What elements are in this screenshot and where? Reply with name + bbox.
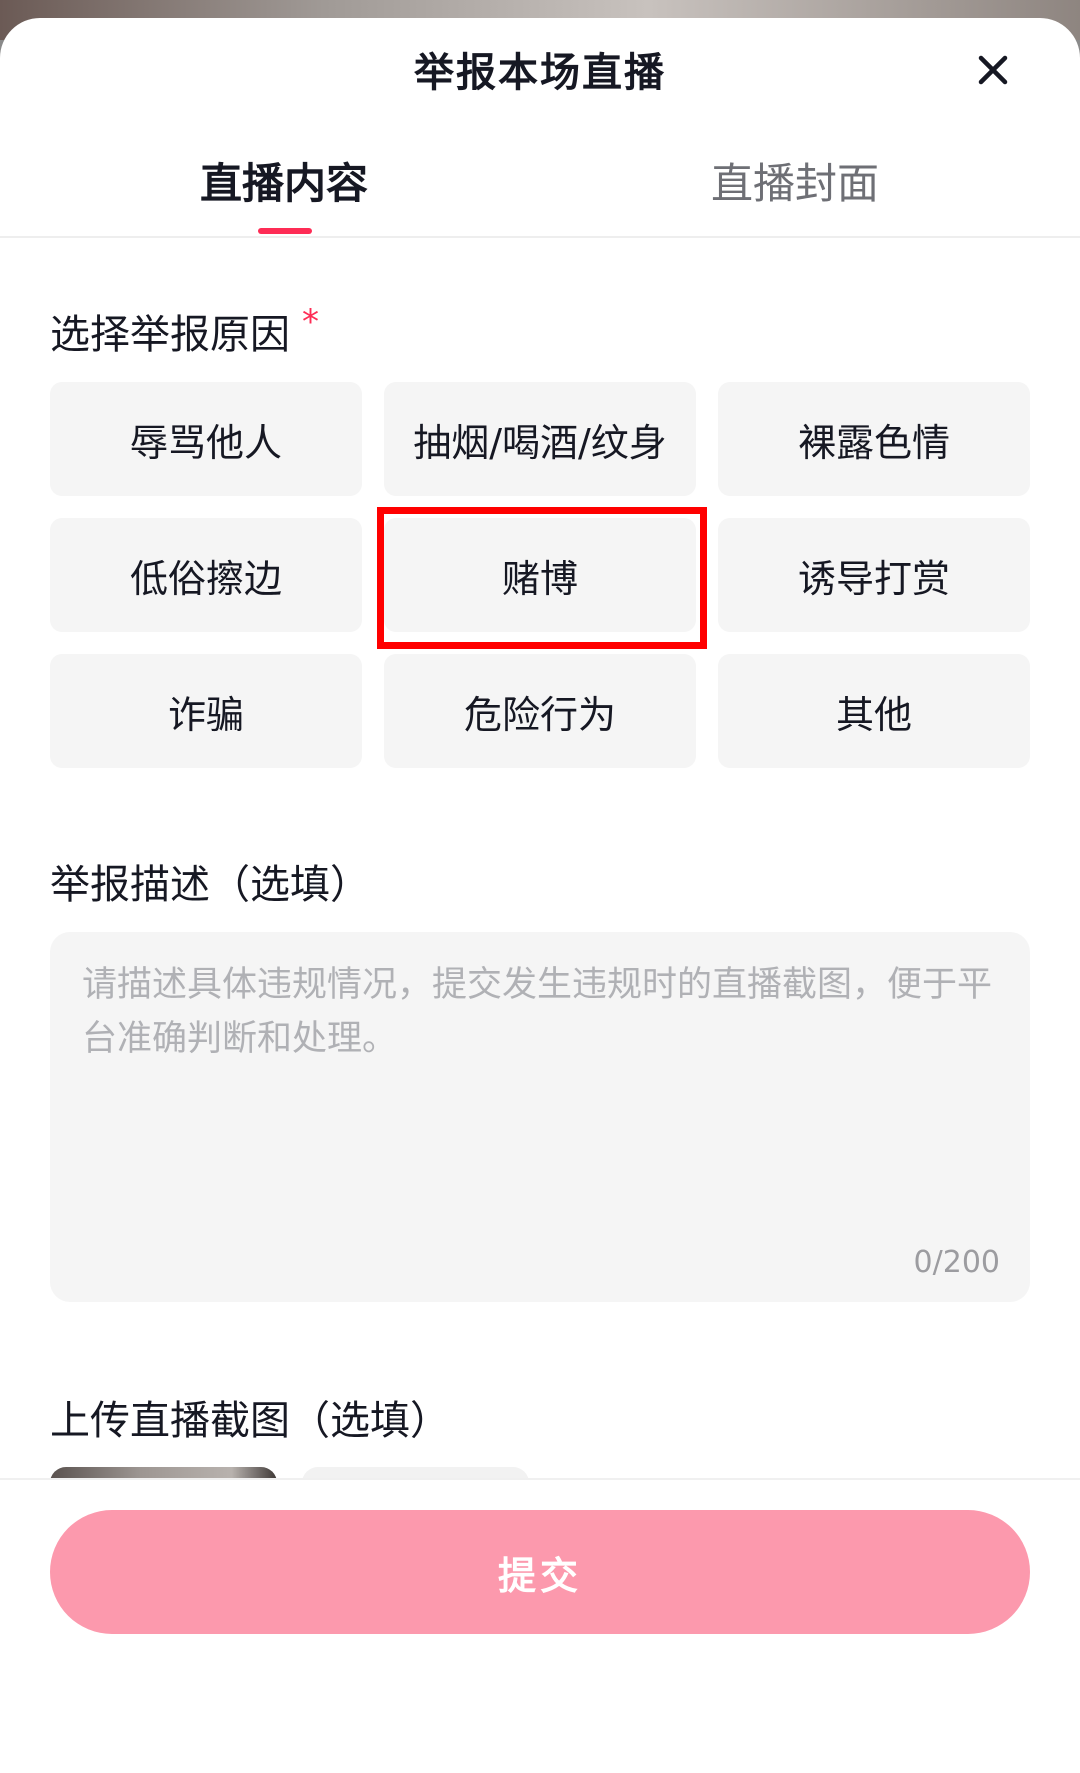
tab-bar: 直播内容 直播封面 (0, 140, 1080, 238)
tab-live-content[interactable]: 直播内容 (104, 150, 464, 211)
active-tab-indicator (258, 228, 312, 234)
submit-button[interactable]: 提交 (50, 1510, 1030, 1634)
required-mark: * (302, 302, 319, 342)
character-counter: 0/200 (913, 1245, 1000, 1280)
description-placeholder: 请描述具体违规情况，提交发生违规时的直播截图，便于平台准确判断和处理。 (82, 965, 993, 1059)
description-section-label: 举报描述（选填） (50, 862, 370, 908)
tab-live-cover[interactable]: 直播封面 (615, 150, 975, 211)
close-button[interactable] (968, 45, 1018, 95)
reason-chip[interactable]: 其他 (718, 654, 1030, 768)
reason-chip[interactable]: 诈骗 (50, 654, 362, 768)
reason-label-text: 选择举报原因 (50, 312, 290, 358)
reason-chip[interactable]: 裸露色情 (718, 382, 1030, 496)
reason-chip[interactable]: 危险行为 (384, 654, 696, 768)
reason-chip[interactable]: 辱骂他人 (50, 382, 362, 496)
description-textarea[interactable]: 请描述具体违规情况，提交发生违规时的直播截图，便于平台准确判断和处理。 0/20… (50, 932, 1030, 1302)
reason-chip[interactable]: 抽烟/喝酒/纹身 (384, 382, 696, 496)
sheet-title: 举报本场直播 (414, 50, 666, 96)
close-icon (978, 55, 1008, 85)
upload-section-label: 上传直播截图（选填） (50, 1398, 450, 1444)
highlight-annotation-box (377, 507, 707, 649)
reason-chip[interactable]: 低俗擦边 (50, 518, 362, 632)
reason-section-label: 选择举报原因 * (50, 302, 319, 360)
reason-chip[interactable]: 诱导打赏 (718, 518, 1030, 632)
